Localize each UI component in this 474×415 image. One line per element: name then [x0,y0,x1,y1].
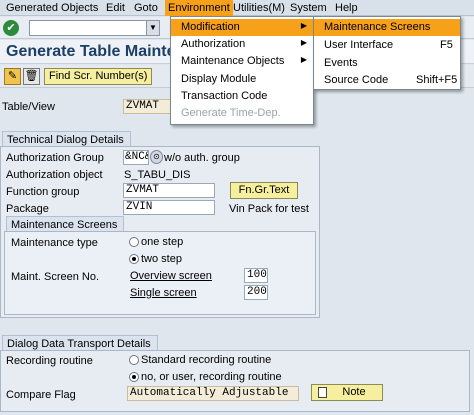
find-screen-numbers-button[interactable]: Find Scr. Number(s) [44,68,153,85]
delete-trash-icon[interactable]: 🗑 [23,68,40,85]
maintenance-type-label: Maintenance type [11,237,98,249]
modification-submenu: Maintenance Screens User Interface F5 Ev… [313,16,461,90]
enter-check-icon[interactable]: ✔ [3,20,19,36]
note-button-label: Note [342,386,366,398]
menu-item-authorization-label: Authorization [181,38,246,50]
menu-item-modification[interactable]: Modification ▶ [171,19,313,36]
menu-generated-objects[interactable]: Generated Objects [6,2,98,14]
menu-item-user-interface[interactable]: User Interface F5 [314,37,460,54]
compare-flag-label: Compare Flag [6,389,76,401]
two-step-radio[interactable] [129,254,139,264]
table-view-label: Table/View [2,101,55,113]
menu-item-modification-label: Modification [181,21,240,33]
note-icon [318,387,327,398]
maint-section-header: Maintenance Screens [6,216,125,231]
menu-help[interactable]: Help [335,2,358,14]
menu-item-source-code-label: Source Code [324,74,389,86]
environment-menu: Modification ▶ Authorization ▶ Maintenan… [170,16,314,125]
menu-item-authorization[interactable]: Authorization ▶ [171,36,313,53]
one-step-label: one step [141,236,184,248]
menu-bar: Generated Objects Edit Goto Environment … [0,0,474,16]
auth-group-label: Authorization Group [6,152,104,164]
command-history-arrow-icon[interactable]: ▼ [146,20,160,36]
sap-window: Generated Objects Edit Goto Environment … [0,0,474,415]
function-group-field[interactable]: ZVMAT [123,183,215,198]
menu-goto[interactable]: Goto [134,2,158,14]
standard-recording-label: Standard recording routine [141,354,272,366]
menu-system[interactable]: System [290,2,327,14]
submenu-arrow-icon: ▶ [300,21,307,30]
submenu-arrow-icon: ▶ [300,55,307,64]
menu-utilities[interactable]: Utilities(M) [233,2,285,14]
package-field[interactable]: ZVIN [123,200,215,215]
recording-routine-label: Recording routine [6,355,93,367]
technical-section-header: Technical Dialog Details [2,131,131,146]
compare-flag-field: Automatically Adjustable [127,386,299,401]
shortcut-f5: F5 [440,39,453,51]
menu-edit[interactable]: Edit [106,2,125,14]
menu-item-display-module[interactable]: Display Module [171,71,313,88]
menu-item-maintenance-screens[interactable]: Maintenance Screens [314,19,460,36]
page-title: Generate Table Mainte [6,43,176,60]
menu-item-maintenance-objects-label: Maintenance Objects [181,55,285,67]
package-description: Vin Pack for test [229,203,309,215]
auth-group-description: w/o auth. group [164,152,240,164]
submenu-arrow-icon: ▶ [300,38,307,47]
menu-item-user-interface-label: User Interface [324,39,394,51]
transport-section-header: Dialog Data Transport Details [2,335,158,350]
user-recording-radio[interactable] [129,372,139,382]
shortcut-shift-f5: Shift+F5 [416,74,458,86]
menu-environment[interactable]: Environment [165,0,233,16]
user-recording-label: no, or user, recording routine [141,371,282,383]
note-button[interactable]: Note [311,384,383,401]
package-label: Package [6,203,49,215]
single-screen-field[interactable]: 200 [244,285,268,300]
menu-item-maintenance-objects[interactable]: Maintenance Objects ▶ [171,53,313,70]
one-step-radio[interactable] [129,237,139,247]
two-step-label: two step [141,253,182,265]
menu-item-events[interactable]: Events [314,55,460,72]
value-help-icon[interactable]: ⊙ [150,150,163,164]
menu-item-source-code[interactable]: Source Code Shift+F5 [314,72,460,89]
menu-item-generate-time-dep: Generate Time-Dep. [181,107,281,119]
command-field[interactable] [29,20,159,36]
maint-screen-no-label: Maint. Screen No. [11,271,100,283]
function-group-label: Function group [6,186,80,198]
overview-screen-field[interactable]: 100 [244,268,268,283]
auth-group-field[interactable]: &NC& [123,150,149,165]
overview-screen-label: Overview screen [130,270,212,282]
menu-item-transaction-code[interactable]: Transaction Code [171,88,313,105]
auth-object-value: S_TABU_DIS [124,169,191,181]
auth-object-label: Authorization object [6,169,103,181]
edit-pencil-icon[interactable]: ✎ [4,68,21,85]
single-screen-label: Single screen [130,287,197,299]
standard-recording-radio[interactable] [129,355,139,365]
fn-gr-text-button[interactable]: Fn.Gr.Text [230,182,298,199]
